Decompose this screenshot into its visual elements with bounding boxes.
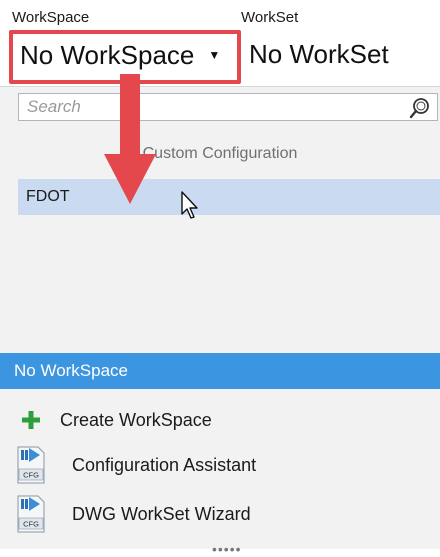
configuration-assistant-button[interactable]: CFG Configuration Assistant <box>0 445 440 485</box>
cfg-file-icon: CFG <box>17 495 45 533</box>
resize-grip-icon[interactable]: ••••• <box>212 541 242 557</box>
search-icon[interactable] <box>409 97 431 119</box>
plus-icon <box>22 411 40 429</box>
cfg-file-icon: CFG <box>17 446 45 484</box>
workset-dropdown[interactable]: No WorkSet <box>249 39 389 70</box>
configuration-assistant-label: Configuration Assistant <box>72 454 257 475</box>
list-item-no-workspace[interactable]: No WorkSpace <box>0 353 440 389</box>
search-box <box>18 93 438 121</box>
search-input[interactable] <box>19 96 389 118</box>
dwg-workset-wizard-button[interactable]: CFG DWG WorkSet Wizard <box>0 494 440 534</box>
list-item-label: FDOT <box>26 188 70 205</box>
workspace-label: WorkSpace <box>12 9 90 26</box>
cfg-badge-text: CFG <box>23 471 39 480</box>
create-workspace-button[interactable]: Create WorkSpace <box>0 400 440 440</box>
workspace-dropdown-panel: Custom Configuration FDOT No WorkSpace C… <box>0 86 440 557</box>
dwg-workset-wizard-label: DWG WorkSet Wizard <box>72 503 251 524</box>
list-item-fdot[interactable]: FDOT <box>18 179 440 215</box>
create-workspace-label: Create WorkSpace <box>60 409 212 430</box>
cfg-badge-text: CFG <box>23 520 39 529</box>
mouse-pointer-icon <box>181 191 198 219</box>
workset-label: WorkSet <box>241 9 299 26</box>
list-item-label: No WorkSpace <box>14 361 129 380</box>
group-header-custom-configuration: Custom Configuration <box>142 145 298 162</box>
annotation-arrow-icon <box>104 74 156 204</box>
